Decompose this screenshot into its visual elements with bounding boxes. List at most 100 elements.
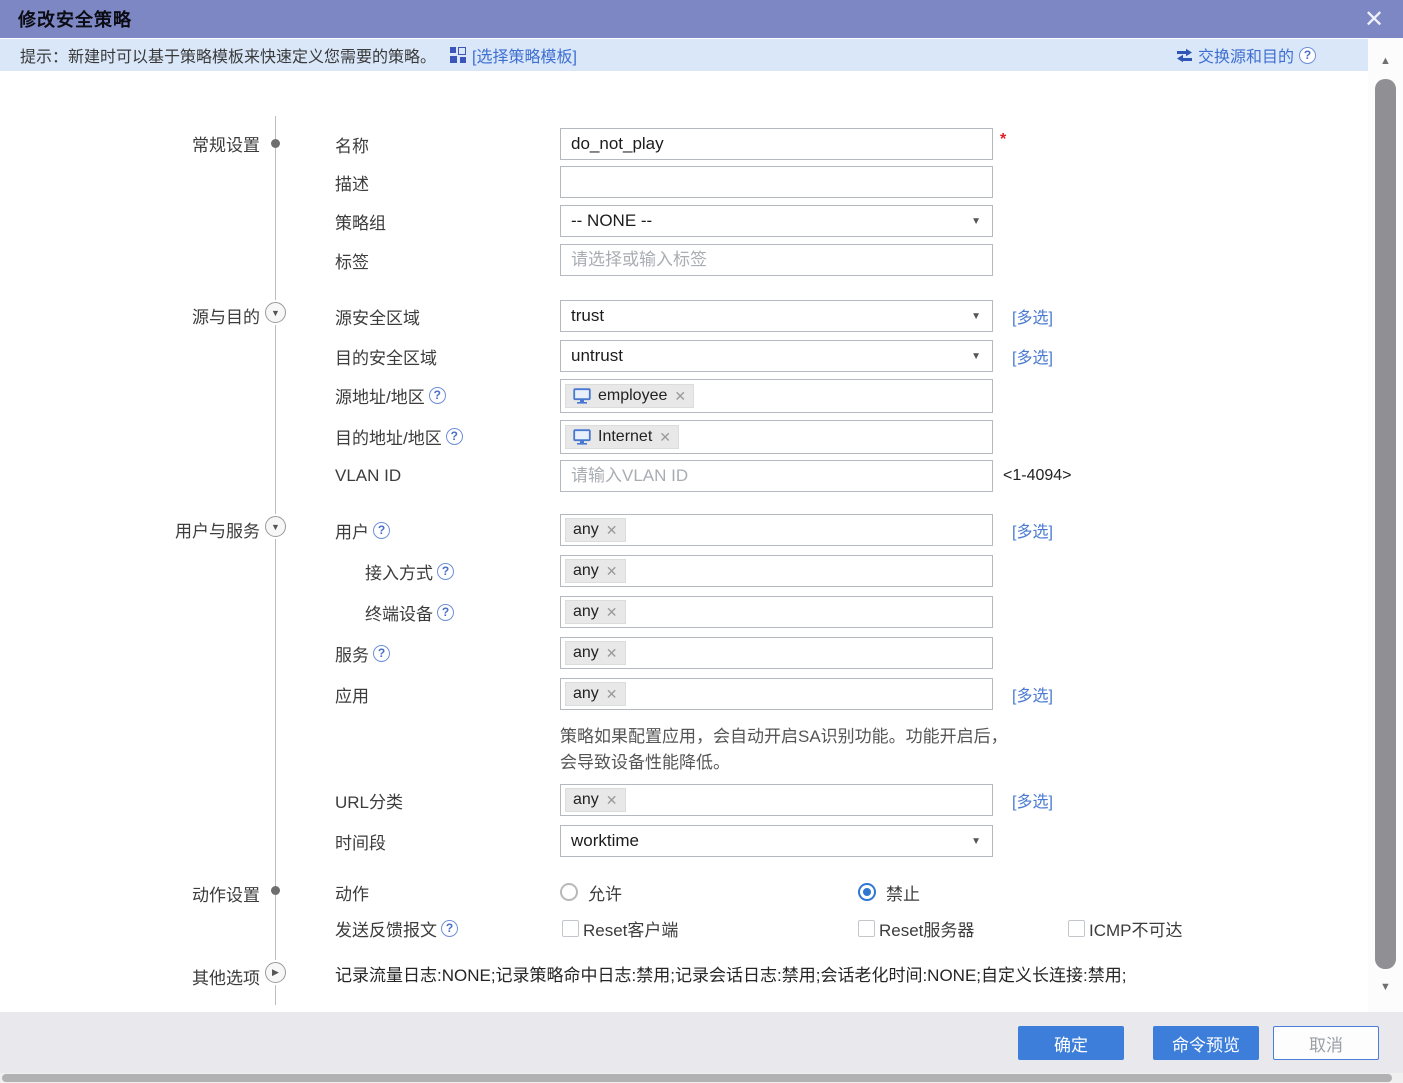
row-access: 接入方式 ? any ✕ [0,555,1367,587]
vlan-range-hint: <1-4094> [1003,460,1072,492]
help-icon[interactable]: ? [441,920,458,937]
reset-client-checkbox[interactable]: Reset客户端 [562,912,678,944]
src-addr-chip: employee ✕ [565,384,694,408]
select-template-link[interactable]: [选择策略模板] [472,43,577,67]
policy-group-value: -- NONE -- [571,211,652,231]
horizontal-scrollbar[interactable] [0,1073,1403,1083]
help-icon[interactable]: ? [446,428,463,445]
remove-icon[interactable]: ✕ [606,792,618,809]
src-zone-label: 源安全区域 [335,300,420,332]
checkbox-icon[interactable] [1068,920,1085,937]
remove-icon[interactable]: ✕ [606,563,618,580]
dst-zone-label: 目的安全区域 [335,340,437,372]
action-allow-option[interactable]: 允许 [560,876,622,908]
access-chip: any ✕ [565,559,626,583]
remove-icon[interactable]: ✕ [606,604,618,621]
name-input[interactable] [560,128,993,160]
help-icon[interactable]: ? [437,563,454,580]
service-field[interactable]: any ✕ [560,637,993,669]
device-field[interactable]: any ✕ [560,596,993,628]
app-field[interactable]: any ✕ [560,678,993,710]
action-deny-option[interactable]: 禁止 [858,876,920,908]
help-icon[interactable]: ? [373,645,390,662]
close-icon[interactable]: ✕ [1359,4,1389,34]
chevron-down-icon: ▼ [971,311,981,322]
feedback-label-text: 发送反馈报文 [335,916,437,941]
radio-unselected-icon[interactable] [560,883,578,901]
reset-server-label: Reset服务器 [879,916,974,941]
chip-text: any [573,562,599,580]
description-label: 描述 [335,166,369,198]
src-addr-field[interactable]: employee ✕ [560,379,993,413]
feedback-label: 发送反馈报文 ? [335,912,458,944]
remove-icon[interactable]: ✕ [659,429,671,446]
dst-zone-multi-link[interactable]: [多选] [1012,340,1053,372]
src-zone-select[interactable]: trust ▼ [560,300,993,332]
user-label-text: 用户 [335,518,369,543]
scroll-up-icon[interactable]: ▲ [1368,55,1403,67]
service-label: 服务 ? [335,637,390,669]
remove-icon[interactable]: ✕ [606,522,618,539]
description-input[interactable] [560,166,993,198]
row-time: 时间段 worktime ▼ [0,825,1367,857]
action-deny-label: 禁止 [886,880,920,905]
ok-button[interactable]: 确定 [1018,1026,1124,1060]
action-allow-label: 允许 [588,880,622,905]
row-vlan: VLAN ID <1-4094> [0,460,1367,492]
row-device: 终端设备 ? any ✕ [0,596,1367,628]
user-field[interactable]: any ✕ [560,514,993,546]
vertical-scrollbar-thumb[interactable] [1375,79,1396,969]
cancel-button[interactable]: 取消 [1273,1026,1379,1060]
vlan-input[interactable] [560,460,993,492]
radio-selected-icon[interactable] [858,883,876,901]
remove-icon[interactable]: ✕ [606,686,618,703]
checkbox-icon[interactable] [858,920,875,937]
help-icon[interactable]: ? [373,522,390,539]
dst-addr-chip: Internet ✕ [565,425,679,449]
action-label: 动作 [335,876,369,908]
chevron-down-icon: ▼ [971,351,981,362]
icmp-checkbox[interactable]: ICMP不可达 [1068,912,1183,944]
src-addr-label-text: 源地址/地区 [335,383,425,408]
row-user: 用户 ? any ✕ [多选] [0,514,1367,546]
horizontal-scrollbar-thumb[interactable] [2,1074,1392,1082]
remove-icon[interactable]: ✕ [674,388,686,405]
chip-text: any [573,521,599,539]
user-multi-link[interactable]: [多选] [1012,514,1053,546]
src-zone-multi-link[interactable]: [多选] [1012,300,1053,332]
hint-bar: 提示：新建时可以基于策略模板来快速定义您需要的策略。 [选择策略模板] 交换源和… [0,39,1368,71]
dst-zone-value: untrust [571,346,623,366]
dst-addr-field[interactable]: Internet ✕ [560,420,993,454]
other-options-summary: 记录流量日志:NONE;记录策略命中日志:禁用;记录会话日志:禁用;会话老化时间… [335,960,1126,986]
row-src-zone: 源安全区域 trust ▼ [多选] [0,300,1367,332]
chip-text: any [573,644,599,662]
time-select[interactable]: worktime ▼ [560,825,993,857]
remove-icon[interactable]: ✕ [606,645,618,662]
policy-group-select[interactable]: -- NONE -- ▼ [560,205,993,237]
chevron-down-icon: ▼ [971,216,981,227]
url-multi-link[interactable]: [多选] [1012,784,1053,816]
access-field[interactable]: any ✕ [560,555,993,587]
app-multi-link[interactable]: [多选] [1012,678,1053,710]
help-icon[interactable]: ? [437,604,454,621]
command-preview-button[interactable]: 命令预览 [1153,1026,1259,1060]
dst-zone-select[interactable]: untrust ▼ [560,340,993,372]
help-icon[interactable]: ? [1299,47,1316,64]
url-field[interactable]: any ✕ [560,784,993,816]
time-value: worktime [571,831,639,851]
chip-text: any [573,791,599,809]
row-other-options: 记录流量日志:NONE;记录策略命中日志:禁用;记录会话日志:禁用;会话老化时间… [0,960,1367,992]
row-url: URL分类 any ✕ [多选] [0,784,1367,816]
checkbox-icon[interactable] [562,920,579,937]
swap-src-dst-link[interactable]: 交换源和目的 ? [1176,39,1316,71]
chip-text: any [573,603,599,621]
help-icon[interactable]: ? [429,387,446,404]
reset-server-checkbox[interactable]: Reset服务器 [858,912,974,944]
tag-input[interactable] [560,244,993,276]
vertical-scrollbar[interactable]: ▲ ▼ [1368,39,1403,1012]
access-label-text: 接入方式 [365,559,433,584]
template-grid-icon [450,47,466,63]
scroll-down-icon[interactable]: ▼ [1368,981,1403,993]
reset-client-label: Reset客户端 [583,916,678,941]
vlan-label: VLAN ID [335,460,401,492]
